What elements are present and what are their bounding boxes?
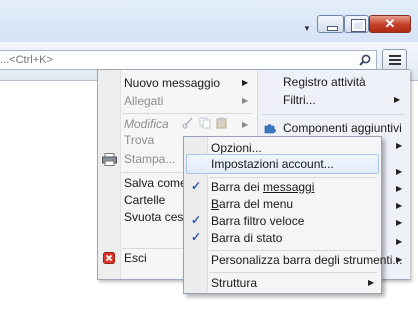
menu-item-label: Trova <box>124 133 155 147</box>
menu-item-addons[interactable]: Componenti aggiuntivi <box>283 118 405 138</box>
menu-item-label: Esci <box>124 251 147 265</box>
submenu-arrow-icon: ▶ <box>242 78 249 87</box>
menu-item-new-message[interactable]: Nuovo messaggio ▶ <box>124 73 252 93</box>
menu-item-label: Personalizza barra degli strumenti... <box>211 253 403 267</box>
submenu-arrow-icon: ▶ <box>396 184 403 193</box>
tab-list-dropdown-icon[interactable]: ▼ <box>303 24 311 33</box>
close-icon: ✕ <box>384 16 396 31</box>
check-icon: ✓ <box>191 179 202 193</box>
menu-item-label: Struttura <box>211 276 258 290</box>
submenu-arrow-icon: ▶ <box>396 141 403 150</box>
options-submenu: Opzioni... Impostazioni account... ✓ Bar… <box>183 136 402 294</box>
maximize-button[interactable] <box>344 15 369 33</box>
close-button[interactable]: ✕ <box>369 15 411 33</box>
submenu-item-customize-toolbar[interactable]: Personalizza barra degli strumenti... <box>211 250 402 270</box>
paste-icon[interactable] <box>216 117 228 129</box>
search-input[interactable] <box>0 52 340 68</box>
submenu-arrow-icon: ▶ <box>396 237 403 246</box>
search-box[interactable] <box>0 50 377 70</box>
menu-item-label: Registro attività <box>283 75 366 89</box>
menu-item-attachments[interactable]: Allegati ▶ <box>124 91 252 111</box>
menu-item-label: Componenti aggiuntivi <box>283 121 402 135</box>
menu-item-filters[interactable]: Filtri... ▶ <box>283 90 405 110</box>
printer-icon <box>102 153 117 166</box>
puzzle-piece-icon <box>264 124 276 134</box>
submenu-arrow-icon: ▶ <box>394 95 401 104</box>
submenu-arrow-icon: ▶ <box>396 218 403 227</box>
minimize-button[interactable] <box>317 15 344 33</box>
menu-item-label: Impostazioni account... <box>211 157 334 171</box>
window-titlebar: ▼ ✕ <box>0 0 418 42</box>
hamburger-icon-line <box>389 59 401 61</box>
submenu-item-status-bar[interactable]: Barra di stato <box>211 228 376 248</box>
cut-icon[interactable] <box>182 117 194 129</box>
submenu-arrow-icon: ▶ <box>242 96 249 105</box>
submenu-arrow-icon: ▶ <box>368 278 375 287</box>
hamburger-icon-line <box>389 63 401 65</box>
menu-item-label: Filtri... <box>283 93 316 107</box>
check-icon: ✓ <box>191 213 202 227</box>
search-icon[interactable] <box>359 54 371 66</box>
check-icon: ✓ <box>191 230 202 244</box>
menu-item-label: Barra di stato <box>211 231 283 245</box>
menu-item-label: Nuovo messaggio <box>124 76 221 90</box>
menu-item-label: Allegati <box>124 94 164 108</box>
submenu-item-account-settings[interactable]: Impostazioni account... <box>186 154 379 174</box>
submenu-arrow-icon: ▶ <box>396 201 403 210</box>
icon-gutter <box>98 70 121 279</box>
menu-item-activity-log[interactable]: Registro attività <box>283 72 405 92</box>
submenu-item-layout[interactable]: Struttura ▶ <box>211 273 376 293</box>
menu-separator <box>262 114 406 115</box>
submenu-arrow-icon: ▶ <box>242 120 249 129</box>
hamburger-icon-line <box>389 55 401 57</box>
copy-icon[interactable] <box>199 117 211 129</box>
menu-item-label: Stampa... <box>124 152 176 166</box>
submenu-arrow-icon: ▶ <box>396 167 403 176</box>
exit-icon <box>103 252 115 264</box>
app-menu-button[interactable] <box>382 49 407 71</box>
